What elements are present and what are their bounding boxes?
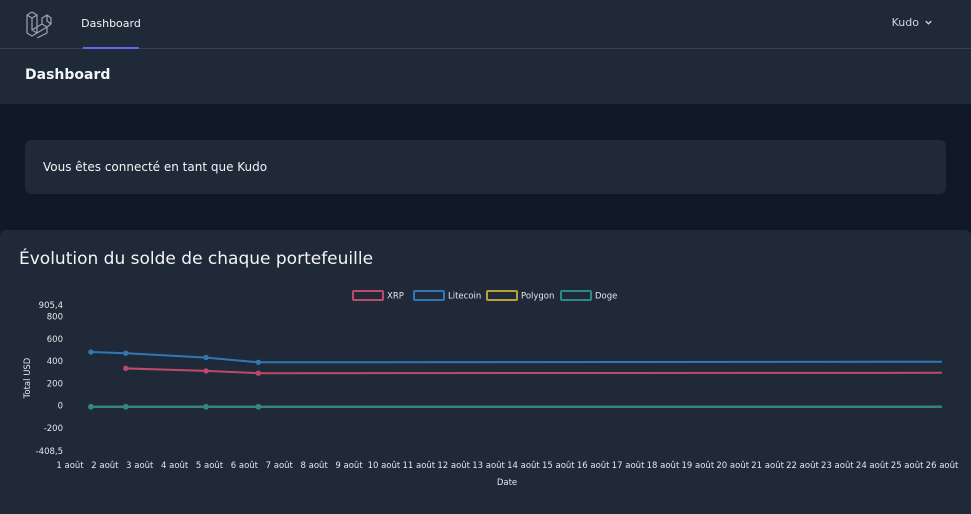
data-point: [203, 404, 209, 410]
laravel-logo-icon[interactable]: [26, 11, 52, 38]
x-tick-label: 18 août: [647, 461, 680, 471]
x-tick-label: 14 août: [507, 461, 540, 471]
x-tick-label: 24 août: [856, 461, 889, 471]
wallet-balance-chart: 905,4 800 600 400 200 0 -200 -408,5 1 août 2 août…: [23, 290, 959, 488]
data-point: [123, 404, 129, 410]
y-tick-label: 800: [47, 313, 63, 323]
data-point: [203, 354, 209, 361]
y-tick-label: 600: [47, 335, 63, 345]
y-tick-label: 0: [58, 402, 63, 412]
legend-swatch: [486, 290, 518, 301]
x-tick-label: 25 août: [891, 461, 924, 471]
legend-swatch: [352, 290, 384, 301]
x-tick-label: 8 août: [301, 461, 329, 471]
x-tick-label: 10 août: [368, 461, 401, 471]
x-tick-label: 1 août: [56, 461, 84, 471]
x-tick-label: 23 août: [821, 461, 854, 471]
user-menu[interactable]: Kudo: [892, 16, 933, 29]
x-tick-label: 13 août: [472, 461, 505, 471]
legend-swatch: [560, 290, 592, 301]
x-tick-label: 20 août: [716, 461, 749, 471]
y-tick-label: 400: [47, 357, 63, 367]
x-tick-label: 15 août: [542, 461, 575, 471]
x-tick-label: 22 août: [786, 461, 819, 471]
data-point: [123, 350, 129, 356]
x-tick-label: 21 août: [751, 461, 784, 471]
x-tick-label: 11 août: [402, 461, 435, 471]
x-tick-label: 16 août: [577, 461, 610, 471]
data-point: [88, 404, 94, 410]
login-notice-text: Vous êtes connecté en tant que Kudo: [43, 160, 268, 174]
y-tick-label: 905,4: [39, 301, 63, 311]
x-tick-label: 12 août: [437, 461, 470, 471]
page-title: Dashboard: [25, 67, 111, 83]
data-point: [88, 349, 94, 355]
data-point: [255, 359, 262, 365]
login-notice-card: Vous êtes connecté en tant que Kudo: [25, 140, 946, 194]
nav-link-dashboard[interactable]: Dashboard: [81, 0, 141, 49]
x-tick-label: 26 août: [926, 461, 959, 471]
legend-swatch: [413, 290, 445, 301]
legend-label: Polygon: [521, 292, 554, 302]
chevron-down-icon: [925, 20, 932, 25]
x-tick-label: 19 août: [682, 461, 715, 471]
x-tick-label: 2 août: [91, 461, 119, 471]
y-tick-label: -408,5: [36, 447, 63, 457]
legend-label: Litecoin: [448, 292, 481, 302]
data-point: [255, 370, 262, 376]
y-tick-label: -200: [44, 424, 63, 434]
data-point: [203, 368, 209, 374]
x-tick-label: 6 août: [231, 461, 259, 471]
y-axis-label: Total USD: [23, 357, 33, 399]
wallet-chart-card: Évolution du solde de chaque portefeuill…: [0, 230, 971, 514]
series-line: [125, 367, 943, 375]
page-header: Dashboard: [0, 49, 971, 104]
series-line: [90, 351, 943, 364]
legend-label: Doge: [595, 292, 617, 302]
x-tick-label: 5 août: [196, 461, 224, 471]
x-tick-label: 3 août: [126, 461, 154, 471]
x-tick-label: 4 août: [161, 461, 189, 471]
x-tick-label: 17 août: [612, 461, 645, 471]
legend-label: XRP: [387, 292, 404, 302]
x-tick-label: 9 août: [335, 461, 363, 471]
x-tick-label: 7 août: [266, 461, 294, 471]
top-navbar: Dashboard Kudo: [0, 0, 971, 49]
user-name: Kudo: [891, 16, 919, 29]
data-point: [255, 404, 262, 410]
x-axis-label: Date: [497, 478, 517, 488]
y-tick-label: 200: [47, 379, 63, 389]
data-point: [123, 365, 129, 372]
